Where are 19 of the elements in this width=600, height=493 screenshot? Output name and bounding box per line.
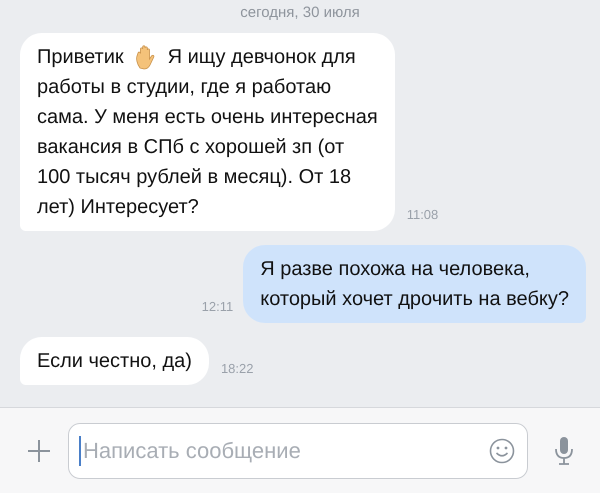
plus-icon[interactable]: [26, 438, 52, 464]
message-text: Я ищу девчонок для: [168, 44, 356, 70]
message-text: лет) Интересует?: [37, 194, 199, 220]
message-field[interactable]: Написать сообщение: [68, 422, 528, 478]
date-label: сегодня, 30 июля: [240, 3, 360, 23]
message-text: сама. У меня есть очень интересная: [37, 104, 378, 130]
message-time: 12:11: [202, 298, 234, 316]
message-time: 11:08: [406, 206, 438, 224]
message-text: который хочет дрочить на вебку?: [260, 286, 569, 312]
microphone-icon[interactable]: [554, 436, 574, 466]
smiley-icon[interactable]: [489, 438, 515, 464]
message-input[interactable]: Написать сообщение: [83, 434, 489, 467]
message-text: Я разве похожа на человека,: [260, 256, 530, 282]
message-time: 18:22: [220, 360, 254, 378]
message-text: 100 тысяч рублей в месяц). От 18: [37, 164, 352, 190]
message-text: Приветик: [37, 44, 124, 70]
message-text: Если честно, да): [37, 348, 192, 374]
message-text: работы в студии, где я работаю: [37, 74, 332, 100]
message-text: вакансия в СПб с хорошей зп (от: [37, 134, 344, 160]
